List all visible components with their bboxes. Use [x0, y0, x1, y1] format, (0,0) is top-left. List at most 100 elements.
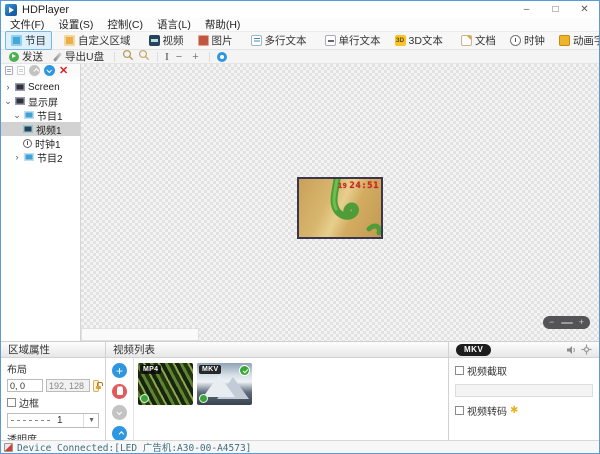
tree-item-screen[interactable]: › Screen [1, 80, 80, 94]
text-cursor-tool[interactable]: I [165, 51, 169, 63]
dropdown-arrow-icon: ▼ [83, 414, 95, 427]
bottom-panels: 区域属性 布局 边框 1 ▼ [1, 341, 599, 440]
format-pill: MKV [456, 344, 491, 356]
move-up-button[interactable] [29, 65, 40, 76]
settings-icon[interactable] [581, 344, 592, 355]
add-video-button[interactable] [112, 363, 127, 378]
monitor-icon [15, 83, 25, 91]
pill-zoom-out[interactable]: − [549, 318, 554, 327]
window-title: HDPlayer [22, 4, 69, 16]
toolbar-program[interactable]: 节目 [5, 31, 52, 50]
collapse-arrow[interactable]: ⌄ [4, 96, 12, 107]
position-input[interactable] [7, 379, 43, 392]
menu-file[interactable]: 文件(F) [3, 17, 51, 32]
border-checkbox-row: 边框 [7, 395, 99, 410]
play-status-icon [140, 394, 149, 403]
left-panel: ✕ › Screen ⌄ 显示屏 ⌄ 节目1 [1, 64, 81, 341]
tree-item-display[interactable]: ⌄ 显示屏 [1, 94, 80, 108]
status-bar: Device Connected:[LED 广告机:A30-00-A4573] [1, 440, 599, 453]
tree-item-clock1[interactable]: 时钟1 [1, 136, 80, 150]
usb-export-icon [53, 52, 62, 61]
pill-slider[interactable] [561, 322, 573, 324]
menu-control[interactable]: 控制(C) [100, 17, 150, 32]
tree-item-program1[interactable]: ⌄ 节目1 [1, 108, 80, 122]
crop-range-input[interactable] [455, 384, 593, 397]
video-detail-panel: MKV 视频截取 视频转码 ✱ [449, 342, 599, 440]
clock-icon [510, 35, 521, 46]
video-icon [23, 125, 33, 133]
size-input[interactable] [46, 379, 90, 392]
layout-label: 布局 [7, 361, 99, 376]
3d-text-icon: 3D [395, 35, 406, 46]
area-properties-header: 区域属性 [1, 342, 105, 358]
collapse-arrow[interactable]: ⌄ [13, 110, 21, 121]
border-checkbox[interactable] [7, 398, 16, 407]
status-text: Device Connected:[LED 广告机:A30-00-A4573] [17, 440, 251, 454]
menu-bar: 文件(F) 设置(S) 控制(C) 语言(L) 帮助(H) [1, 18, 599, 32]
maximize-button[interactable]: □ [541, 1, 570, 18]
copy-icon[interactable] [5, 66, 13, 75]
zoom-out-button[interactable] [138, 49, 150, 64]
tree-item-video1[interactable]: 视频1 [1, 122, 80, 136]
export-usb-button[interactable]: 导出U盘 [50, 49, 107, 64]
video-thumbnail-mkv[interactable]: MKV [197, 363, 252, 405]
video-icon [149, 35, 160, 46]
video-crop-checkbox[interactable] [455, 366, 464, 375]
border-style-dropdown[interactable]: 1 ▼ [7, 413, 99, 428]
decrease-button[interactable]: − [173, 51, 185, 63]
chevron-down-icon [116, 409, 122, 415]
chevron-up-icon [118, 431, 124, 437]
document-icon [461, 35, 472, 46]
video-transcode-row: 视频转码 ✱ [455, 403, 593, 418]
window-controls: – □ ✕ [512, 1, 599, 18]
toolbar-singleline-text[interactable]: 单行文本 [319, 31, 387, 50]
toolbar-animated-text[interactable]: 动画字 [553, 31, 600, 50]
minimize-button[interactable]: – [512, 1, 541, 18]
speaker-icon[interactable] [566, 345, 577, 355]
menu-settings[interactable]: 设置(S) [51, 17, 100, 32]
clock-overlay: 19 24:51 [338, 181, 379, 191]
move-down-button[interactable] [44, 65, 55, 76]
expand-arrow[interactable]: › [13, 152, 21, 162]
toolbar-multiline-text[interactable]: 多行文本 [245, 31, 313, 50]
canvas-scrollbar[interactable] [81, 328, 199, 341]
expand-arrow[interactable]: › [4, 82, 12, 92]
canvas-zoom-pill[interactable]: − + [543, 316, 590, 329]
design-canvas[interactable]: 19 24:51 − + [81, 64, 599, 341]
delete-icon[interactable]: ✕ [59, 64, 68, 77]
move-up-button[interactable] [112, 426, 127, 441]
program-tree: › Screen ⌄ 显示屏 ⌄ 节目1 视频1 [1, 77, 80, 341]
close-button[interactable]: ✕ [570, 1, 599, 18]
zoom-in-button[interactable] [122, 49, 134, 64]
video-list-header: 视频列表 [106, 342, 448, 358]
chevron-down-icon [46, 67, 52, 73]
toolbar-custom-region[interactable]: 自定义区域 [58, 31, 137, 50]
pill-zoom-in[interactable]: + [579, 318, 584, 327]
lock-icon[interactable] [93, 380, 99, 392]
toolbar-clock[interactable]: 时钟 [504, 31, 551, 50]
video-thumbnails: MP4 MKV [134, 358, 256, 441]
send-button[interactable]: 发送 [6, 49, 46, 64]
actionbar-separator [157, 52, 158, 62]
menu-help[interactable]: 帮助(H) [198, 17, 248, 32]
toolbar-image[interactable]: 图片 [192, 31, 239, 50]
dash-pattern [11, 420, 53, 421]
video-list-panel: 视频列表 MP4 MKV [106, 342, 449, 440]
move-down-button[interactable] [112, 405, 127, 420]
increase-button[interactable]: + [189, 51, 201, 63]
video-preview-region[interactable]: 19 24:51 [297, 177, 383, 239]
delete-video-button[interactable] [112, 384, 127, 399]
settings-gear-icon[interactable] [217, 52, 227, 62]
toolbar-document[interactable]: 文档 [455, 31, 502, 50]
video-thumbnail-mp4[interactable]: MP4 [138, 363, 193, 405]
menu-language[interactable]: 语言(L) [150, 17, 198, 32]
format-badge: MP4 [140, 365, 161, 374]
toolbar-3d-text[interactable]: 3D3D文本 [389, 31, 449, 50]
program-icon [24, 153, 34, 161]
program-icon [11, 35, 22, 46]
transcode-hint-icon: ✱ [510, 405, 518, 416]
video-transcode-checkbox[interactable] [455, 406, 464, 415]
toolbar-video[interactable]: 视频 [143, 31, 190, 50]
paste-icon[interactable] [17, 66, 25, 75]
tree-item-program2[interactable]: › 节目2 [1, 150, 80, 164]
